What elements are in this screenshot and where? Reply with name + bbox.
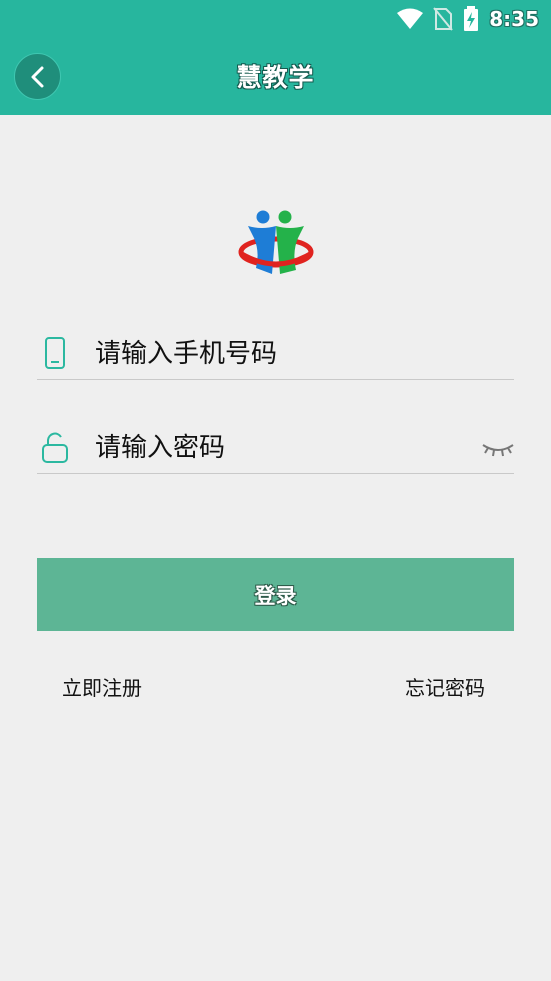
- app-logo-icon: [238, 210, 314, 274]
- phone-icon: [45, 337, 65, 369]
- password-field: [37, 424, 514, 474]
- phone-field: [37, 330, 514, 380]
- login-button[interactable]: 登录: [37, 558, 514, 631]
- status-time: 8:35: [489, 7, 539, 31]
- register-link[interactable]: 立即注册: [62, 672, 142, 701]
- eye-closed-icon[interactable]: [482, 438, 514, 458]
- login-button-label: 登录: [254, 584, 297, 608]
- phone-input[interactable]: [95, 330, 475, 378]
- app-header: 8:35 慧教学: [0, 0, 551, 115]
- status-bar: 8:35: [0, 0, 551, 38]
- status-icons: 8:35: [397, 6, 539, 32]
- password-input[interactable]: [95, 424, 475, 472]
- battery-charging-icon: [464, 6, 479, 31]
- lock-icon: [42, 432, 68, 463]
- forgot-password-link[interactable]: 忘记密码: [405, 672, 485, 701]
- no-sim-icon: [433, 7, 454, 31]
- page-title: 慧教学: [236, 63, 315, 92]
- wifi-icon: [397, 8, 424, 29]
